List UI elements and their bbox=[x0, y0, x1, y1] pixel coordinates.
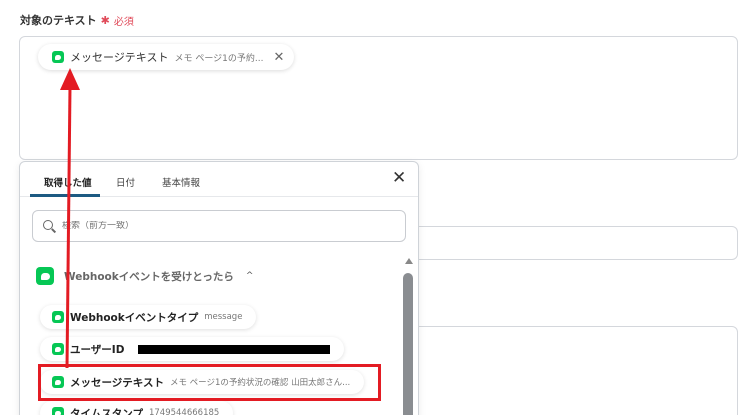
arrow-shaft bbox=[65, 85, 72, 369]
arrow-head bbox=[60, 68, 80, 90]
annotation-arrow bbox=[60, 68, 80, 369]
